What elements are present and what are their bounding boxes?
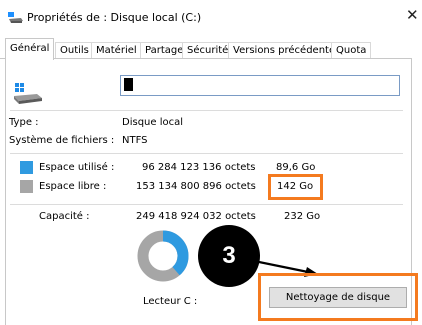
free-space-bytes: 153 134 800 896 octets xyxy=(136,181,256,192)
text-cursor xyxy=(124,78,133,91)
used-space-size: 89,6 Go xyxy=(276,162,316,173)
drive-name-input[interactable] xyxy=(120,75,400,96)
type-value: Disque local xyxy=(122,117,184,128)
free-space-swatch xyxy=(20,180,33,193)
disk-usage-donut xyxy=(137,230,189,282)
disk-cleanup-button[interactable]: Nettoyage de disque xyxy=(269,287,407,308)
title-bar: Propriétés de : Disque local (C:) ✕ xyxy=(0,0,422,34)
tab-securite[interactable]: Sécurité xyxy=(182,42,234,59)
close-icon[interactable]: ✕ xyxy=(406,8,419,23)
capacity-bytes: 249 418 924 032 octets xyxy=(136,211,256,222)
tab-quota[interactable]: Quota xyxy=(331,42,372,59)
window-title: Propriétés de : Disque local (C:) xyxy=(27,11,202,24)
filesystem-value: NTFS xyxy=(122,135,148,146)
capacity-size: 232 Go xyxy=(284,211,321,222)
filesystem-label: Système de fichiers : xyxy=(9,135,115,146)
used-space-bytes: 96 284 123 136 octets xyxy=(142,162,256,173)
tab-versions-precedentes[interactable]: Versions précédentes xyxy=(228,42,346,59)
separator xyxy=(10,110,403,111)
free-space-highlight xyxy=(268,174,323,200)
free-space-label: Espace libre : xyxy=(39,181,107,192)
separator xyxy=(10,153,403,154)
used-space-label: Espace utilisé : xyxy=(39,162,115,173)
step-badge: 3 xyxy=(198,225,260,287)
capacity-label: Capacité : xyxy=(39,211,90,222)
separator xyxy=(10,204,403,205)
drive-icon xyxy=(14,83,42,104)
drive-properties-icon xyxy=(8,12,23,23)
tab-outils[interactable]: Outils xyxy=(55,42,94,59)
tab-general[interactable]: Général xyxy=(5,38,55,60)
type-label: Type : xyxy=(9,117,39,128)
drive-letter-label: Lecteur C : xyxy=(143,296,198,307)
used-space-swatch xyxy=(20,161,33,174)
tab-materiel[interactable]: Matériel xyxy=(91,42,142,59)
tab-bar: Général Outils Matériel Partage Sécurité… xyxy=(0,38,422,60)
